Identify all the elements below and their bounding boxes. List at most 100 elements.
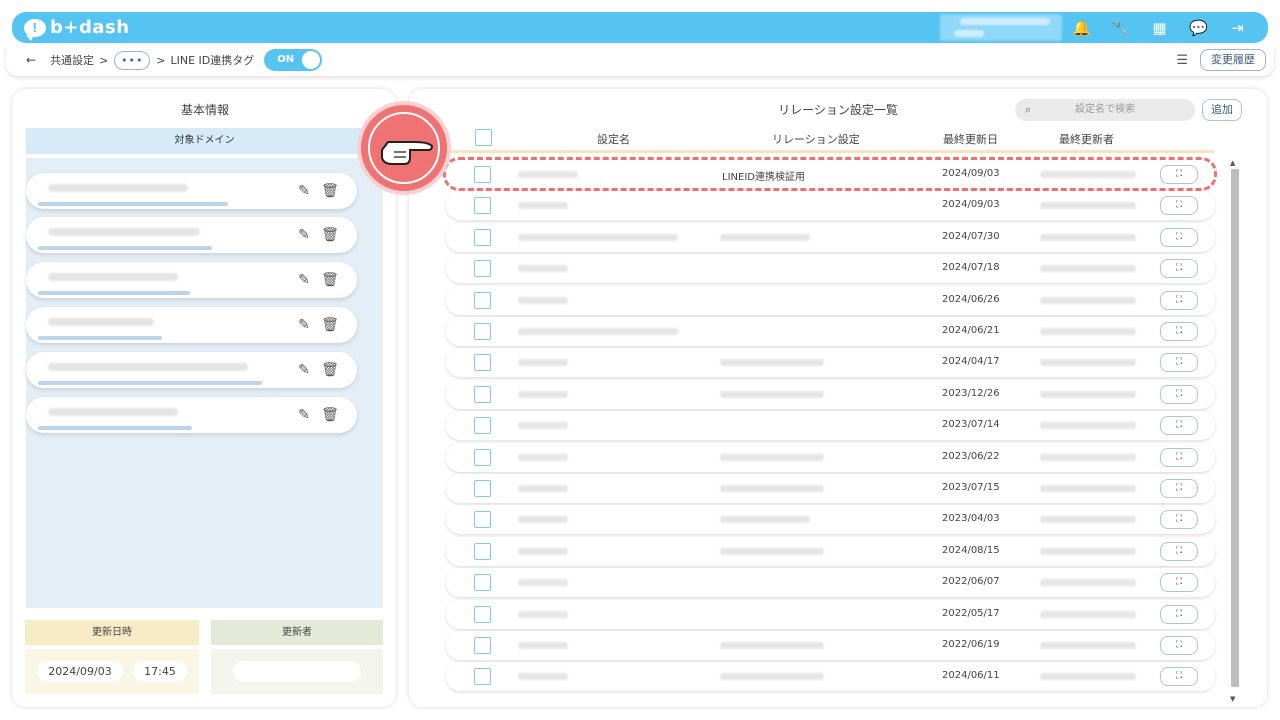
table-row[interactable]: 2024/06/21 ⛶ — [446, 317, 1215, 346]
expand-icon[interactable]: ⛶ — [1160, 290, 1198, 310]
expand-icon[interactable]: ⛶ — [1160, 573, 1198, 593]
expand-icon[interactable]: ⛶ — [1160, 353, 1198, 373]
row-checkbox[interactable] — [474, 228, 491, 246]
relation-redacted — [720, 390, 824, 398]
row-checkbox[interactable] — [474, 417, 491, 435]
row-checkbox[interactable] — [474, 385, 491, 403]
table-header: 設定名 リレーション設定 最終更新日 最終更新者 — [409, 129, 1239, 151]
table-row[interactable]: 2023/04/03 ⛶ — [446, 505, 1215, 535]
row-checkbox[interactable] — [474, 448, 491, 466]
scrollbar-thumb[interactable] — [1231, 169, 1239, 687]
breadcrumb-more-button[interactable]: ••• — [114, 50, 151, 70]
wrench-icon[interactable]: 🔧 — [1111, 19, 1130, 37]
table-row[interactable]: 2024/08/15 ⛶ — [446, 536, 1215, 566]
delete-icon[interactable]: 🗑 — [321, 406, 339, 423]
last-updater-redacted — [1040, 642, 1136, 649]
breadcrumb-item-common-settings[interactable]: 共通設定 — [50, 52, 94, 68]
expand-icon[interactable]: ⛶ — [1160, 259, 1198, 279]
expand-icon[interactable]: ⛶ — [1160, 479, 1198, 498]
search-icon: ⌕ — [1025, 103, 1032, 116]
select-all-checkbox[interactable] — [475, 129, 492, 146]
row-checkbox[interactable] — [474, 574, 491, 592]
edit-icon[interactable]: ✎ — [296, 226, 312, 243]
table-row[interactable]: 2024/09/03 ⛶ — [446, 191, 1215, 221]
edit-icon[interactable]: ✎ — [296, 406, 312, 423]
delete-icon[interactable]: 🗑 — [321, 316, 339, 333]
row-checkbox[interactable] — [474, 323, 491, 340]
setting-name-redacted — [518, 516, 568, 524]
row-checkbox[interactable] — [474, 511, 491, 529]
expand-icon[interactable]: ⛶ — [1160, 541, 1198, 561]
table-row[interactable]: 2024/06/11 ⛶ — [446, 662, 1215, 692]
edit-icon[interactable]: ✎ — [296, 271, 312, 288]
expand-icon[interactable]: ⛶ — [1160, 510, 1198, 530]
table-row[interactable]: 2022/06/19 ⛶ — [446, 631, 1215, 660]
expand-icon[interactable]: ⛶ — [1160, 416, 1198, 436]
expand-icon[interactable]: ⛶ — [1160, 604, 1198, 624]
delete-icon[interactable]: 🗑 — [321, 271, 339, 288]
row-checkbox[interactable] — [474, 197, 491, 215]
row-checkbox[interactable] — [474, 637, 491, 654]
bdash-logo[interactable]: ! b+dash — [24, 17, 130, 41]
table-row[interactable]: 2024/07/18 ⛶ — [446, 254, 1215, 284]
row-checkbox[interactable] — [474, 260, 491, 278]
expand-icon[interactable]: ⛶ — [1160, 447, 1198, 467]
table-row[interactable]: 2024/06/26 ⛶ — [446, 285, 1215, 315]
row-checkbox[interactable] — [474, 668, 491, 686]
bell-icon[interactable]: 🔔 — [1072, 19, 1091, 37]
table-row[interactable]: 2023/07/14 ⛶ — [446, 411, 1215, 441]
table-row[interactable]: 2024/04/17 ⛶ — [446, 348, 1215, 378]
user-info-redacted[interactable] — [940, 14, 1062, 41]
setting-name-redacted — [518, 673, 568, 681]
server-settings-icon[interactable]: ☰ — [1176, 53, 1188, 68]
search-input[interactable]: ⌕ 設定名で検索 — [1015, 99, 1195, 121]
last-updater-redacted — [1040, 359, 1136, 367]
back-arrow-icon[interactable]: ← — [26, 53, 36, 67]
edit-icon[interactable]: ✎ — [296, 361, 312, 378]
last-updated-date: 2024/04/17 — [942, 356, 1000, 368]
basic-info-panel: 基本情報 対象ドメイン ✎ 🗑 ✎ 🗑 ✎ 🗑 ✎ 🗑 ✎ 🗑 ✎ 🗑 更新日時… — [12, 89, 396, 707]
row-checkbox[interactable] — [474, 605, 491, 623]
logout-icon[interactable]: ⇥ — [1229, 19, 1246, 37]
relation-redacted — [720, 485, 824, 492]
row-checkbox[interactable] — [474, 480, 491, 497]
add-button[interactable]: 追加 — [1202, 99, 1242, 121]
expand-icon[interactable]: ⛶ — [1160, 322, 1198, 341]
on-off-toggle[interactable]: ON — [264, 49, 323, 71]
expand-icon[interactable]: ⛶ — [1160, 384, 1198, 404]
delete-icon[interactable]: 🗑 — [321, 182, 339, 199]
relation-redacted — [720, 673, 824, 681]
table-row[interactable]: 2022/06/07 ⛶ — [446, 568, 1215, 598]
expand-icon[interactable]: ⛶ — [1160, 227, 1198, 247]
relation-list-title: リレーション設定一覧 — [770, 101, 906, 119]
delete-icon[interactable]: 🗑 — [321, 361, 339, 378]
table-row[interactable]: 2023/12/26 ⛶ — [446, 379, 1215, 409]
last-updated-date: 2024/07/30 — [942, 230, 1000, 242]
edit-icon[interactable]: ✎ — [296, 316, 312, 333]
chat-icon[interactable]: 💬 — [1189, 19, 1208, 37]
table-row[interactable]: 2024/07/30 ⛶ — [446, 222, 1215, 252]
expand-icon[interactable]: ⛶ — [1160, 667, 1198, 687]
last-updated-date: 2024/09/03 — [942, 199, 1000, 211]
change-history-button[interactable]: 変更履歴 — [1200, 49, 1266, 71]
setting-name-redacted — [518, 422, 568, 430]
row-checkbox[interactable] — [474, 291, 491, 309]
expand-icon[interactable]: ⛶ — [1160, 196, 1198, 216]
delete-icon[interactable]: 🗑 — [321, 226, 339, 243]
scroll-up-icon[interactable]: ▲ — [1230, 159, 1235, 167]
relation-redacted — [720, 547, 824, 555]
updater-value — [211, 649, 383, 694]
expand-icon[interactable]: ⛶ — [1160, 636, 1198, 655]
table-row[interactable]: 2023/06/22 ⛶ — [446, 442, 1215, 472]
last-updater-redacted — [1040, 422, 1136, 430]
table-row[interactable]: 2022/05/17 ⛶ — [446, 599, 1215, 629]
row-checkbox[interactable] — [474, 354, 491, 372]
breadcrumb-separator: > — [156, 53, 166, 67]
scrollbar[interactable]: ▲ ▼ — [1229, 159, 1239, 705]
table-row[interactable]: 2023/07/15 ⛶ — [446, 474, 1215, 503]
grid-icon[interactable]: ▦ — [1151, 19, 1168, 37]
scroll-down-icon[interactable]: ▼ — [1230, 695, 1235, 703]
row-checkbox[interactable] — [474, 542, 491, 560]
last-updater-redacted — [1040, 202, 1136, 210]
edit-icon[interactable]: ✎ — [296, 182, 312, 199]
